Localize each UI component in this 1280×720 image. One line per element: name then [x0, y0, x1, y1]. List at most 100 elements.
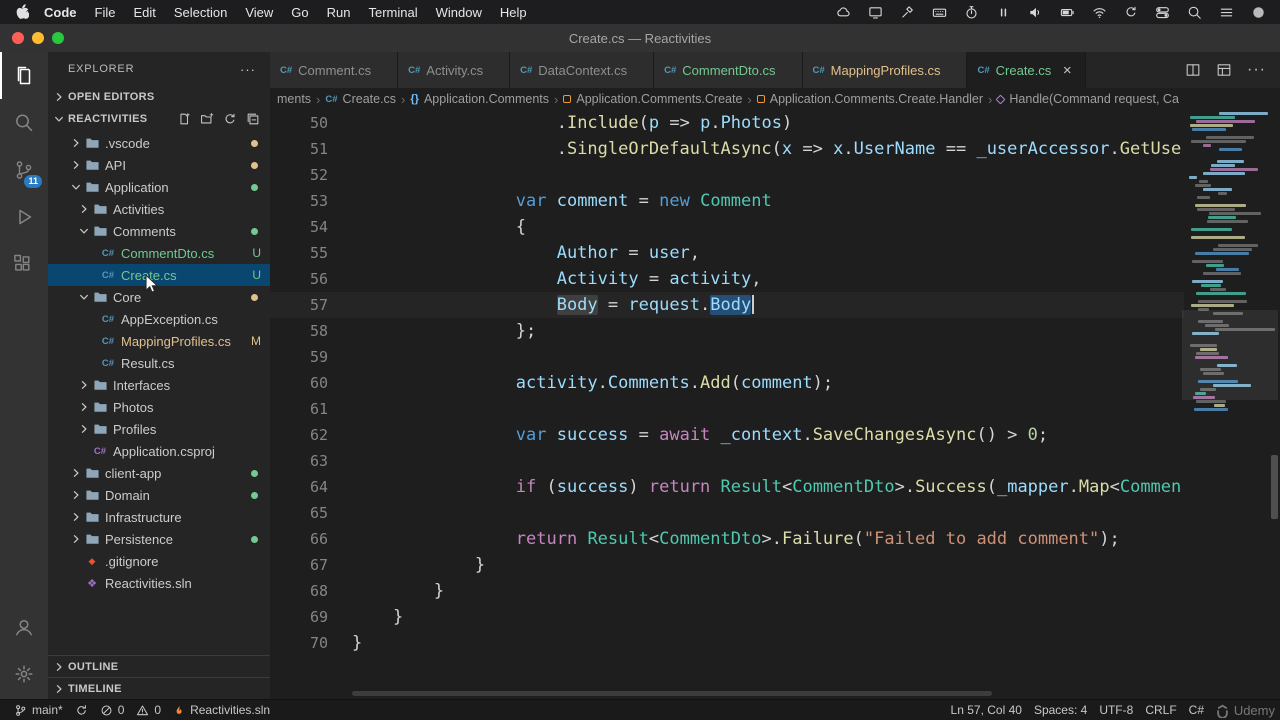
tree-item-result-cs[interactable]: C# Result.cs	[48, 352, 270, 374]
line-number[interactable]: 52	[270, 162, 352, 188]
menu-code[interactable]: Code	[35, 5, 86, 20]
code-line[interactable]: 58 };	[270, 318, 1184, 344]
menu-icon[interactable]	[1219, 5, 1234, 20]
code-line[interactable]: 61	[270, 396, 1184, 422]
menu-terminal[interactable]: Terminal	[360, 5, 427, 20]
line-number[interactable]: 64	[270, 474, 352, 500]
breadcrumb-item-create-cs[interactable]: C# Create.cs	[324, 92, 397, 106]
code-lines[interactable]: 50 .Include(p => p.Photos) 51 .SingleOrDe…	[270, 110, 1184, 656]
tree-item-activities[interactable]: Activities	[48, 198, 270, 220]
tree-item-interfaces[interactable]: Interfaces	[48, 374, 270, 396]
tab-activity-cs[interactable]: C# Activity.cs	[398, 52, 511, 88]
code-line[interactable]: 52	[270, 162, 1184, 188]
status-crlf[interactable]: CRLF	[1139, 703, 1182, 717]
chevron-right-icon[interactable]	[76, 202, 92, 216]
tree-item-create-cs[interactable]: C# Create.cs U	[48, 264, 270, 286]
tree-item-api[interactable]: API	[48, 154, 270, 176]
tree-item-persistence[interactable]: Persistence	[48, 528, 270, 550]
code-line[interactable]: 50 .Include(p => p.Photos)	[270, 110, 1184, 136]
tree-item-gitignore[interactable]: ◆ .gitignore	[48, 550, 270, 572]
tree-item-application[interactable]: Application	[48, 176, 270, 198]
chevron-down-icon[interactable]	[76, 290, 92, 304]
menu-selection[interactable]: Selection	[165, 5, 236, 20]
line-number[interactable]: 70	[270, 630, 352, 656]
siri-icon[interactable]	[1251, 5, 1266, 20]
extensions-icon[interactable]	[0, 240, 48, 287]
workspace-header[interactable]: REACTIVITIES	[48, 108, 270, 130]
horizontal-scrollbar[interactable]	[352, 691, 992, 696]
breadcrumb-item-application-comments-create-handler[interactable]: Application.Comments.Create.Handler	[756, 92, 984, 106]
menu-window[interactable]: Window	[427, 5, 491, 20]
timeline-header[interactable]: TIMELINE	[48, 677, 270, 699]
breadcrumb-item-ments[interactable]: ments	[276, 92, 312, 106]
more-actions-icon[interactable]: ···	[240, 62, 256, 77]
tab-comment-cs[interactable]: C# Comment.cs	[270, 52, 399, 88]
timer-icon[interactable]	[964, 5, 979, 20]
code-line[interactable]: 60 activity.Comments.Add(comment);	[270, 370, 1184, 396]
code-line[interactable]: 65	[270, 500, 1184, 526]
open-editors-header[interactable]: OPEN EDITORS	[48, 86, 270, 108]
tree-item-vscode[interactable]: .vscode	[48, 132, 270, 154]
tree-item-comments[interactable]: Comments	[48, 220, 270, 242]
speaker-icon[interactable]	[1028, 5, 1043, 20]
code-line[interactable]: 69 }	[270, 604, 1184, 630]
line-number[interactable]: 57	[270, 292, 352, 318]
close-icon[interactable]: ×	[1059, 62, 1075, 79]
line-number[interactable]: 59	[270, 344, 352, 370]
status-c[interactable]: C#	[1183, 703, 1210, 717]
chevron-right-icon[interactable]	[68, 532, 84, 546]
source-control-icon[interactable]: 11	[0, 146, 48, 193]
menu-file[interactable]: File	[86, 5, 125, 20]
hammer-icon[interactable]	[900, 5, 915, 20]
run-debug-icon[interactable]	[0, 193, 48, 240]
new-file-icon[interactable]	[177, 112, 191, 126]
refresh-icon[interactable]	[223, 112, 237, 126]
explorer-icon[interactable]	[0, 52, 48, 99]
cloud-icon[interactable]	[836, 5, 851, 20]
line-number[interactable]: 65	[270, 500, 352, 526]
code-line[interactable]: 62 var success = await _context.SaveChan…	[270, 422, 1184, 448]
tree-item-core[interactable]: Core	[48, 286, 270, 308]
tab-datacontext-cs[interactable]: C# DataContext.cs	[510, 52, 655, 88]
line-number[interactable]: 69	[270, 604, 352, 630]
code-line[interactable]: 67 }	[270, 552, 1184, 578]
menu-view[interactable]: View	[236, 5, 282, 20]
line-number[interactable]: 62	[270, 422, 352, 448]
pause-icon[interactable]	[996, 5, 1011, 20]
line-number[interactable]: 60	[270, 370, 352, 396]
code-line[interactable]: 57 Body = request.Body	[270, 292, 1184, 318]
code-line[interactable]: 51 .SingleOrDefaultAsync(x => x.UserName…	[270, 136, 1184, 162]
line-number[interactable]: 58	[270, 318, 352, 344]
wifi-icon[interactable]	[1092, 5, 1107, 20]
code-line[interactable]: 54 {	[270, 214, 1184, 240]
breadcrumb-item-application-comments[interactable]: {} Application.Comments	[409, 92, 550, 106]
titlebar[interactable]: Create.cs — Reactivities	[0, 24, 1280, 52]
more-actions-icon[interactable]: ···	[1247, 61, 1266, 79]
chevron-down-icon[interactable]	[68, 180, 84, 194]
status-sync-icon[interactable]	[69, 704, 94, 717]
minimap-viewport[interactable]	[1182, 310, 1278, 400]
line-number[interactable]: 66	[270, 526, 352, 552]
tree-item-domain[interactable]: Domain	[48, 484, 270, 506]
toggles-icon[interactable]	[1155, 5, 1170, 20]
tree-item-appexception-cs[interactable]: C# AppException.cs	[48, 308, 270, 330]
battery-icon[interactable]	[1060, 5, 1075, 20]
chevron-right-icon[interactable]	[76, 378, 92, 392]
code-line[interactable]: 68 }	[270, 578, 1184, 604]
menu-help[interactable]: Help	[491, 5, 536, 20]
chevron-right-icon[interactable]	[76, 400, 92, 414]
account-icon[interactable]	[0, 603, 48, 650]
code-line[interactable]: 63	[270, 448, 1184, 474]
code-line[interactable]: 59	[270, 344, 1184, 370]
chevron-right-icon[interactable]	[68, 488, 84, 502]
code-line[interactable]: 66 return Result<CommentDto>.Failure("Fa…	[270, 526, 1184, 552]
layout-icon[interactable]	[1216, 62, 1232, 78]
line-number[interactable]: 68	[270, 578, 352, 604]
line-number[interactable]: 50	[270, 110, 352, 136]
status-main[interactable]: main*	[8, 703, 69, 717]
tab-create-cs[interactable]: C# Create.cs ×	[967, 52, 1087, 88]
chevron-right-icon[interactable]	[68, 136, 84, 150]
tree-item-commentdto-cs[interactable]: C# CommentDto.cs U	[48, 242, 270, 264]
code-line[interactable]: 55 Author = user,	[270, 240, 1184, 266]
tree-item-reactivities-sln[interactable]: ❖ Reactivities.sln	[48, 572, 270, 594]
